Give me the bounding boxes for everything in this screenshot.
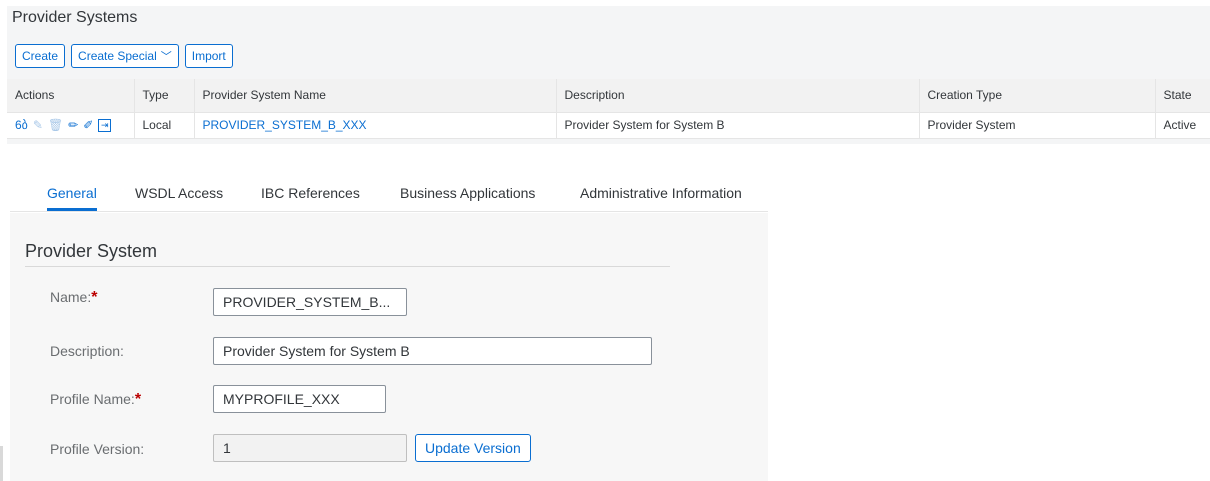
import-button-label: Import: [191, 49, 226, 63]
section-title: Provider System: [25, 241, 158, 261]
actions-cell: 6ბ ✎ 🗑 ✏ ✐ ⇥: [7, 112, 135, 139]
description-field[interactable]: Provider System for System B: [213, 337, 652, 365]
creation-type-cell: Provider System: [919, 112, 1156, 139]
tab-bar: General WSDL Access IBC References Busin…: [10, 176, 768, 212]
description-field-value: Provider System for System B: [223, 343, 410, 359]
pencil-icon[interactable]: ✏: [68, 119, 78, 131]
update-version-button[interactable]: Update Version: [415, 434, 531, 462]
scrollbar[interactable]: [0, 446, 3, 481]
profile-version-field-value: 1: [223, 440, 231, 456]
profile-name-label-text: Profile Name:: [50, 391, 135, 407]
column-header-type[interactable]: Type: [134, 79, 195, 113]
column-header-name[interactable]: Provider System Name: [194, 79, 557, 113]
description-label: Description:: [50, 343, 124, 359]
import-button[interactable]: Import: [184, 44, 233, 68]
create-button-label: Create: [22, 49, 59, 63]
panel-title: Provider Systems: [12, 9, 138, 26]
tab-business-applications[interactable]: Business Applications: [400, 185, 535, 201]
edit-icon[interactable]: ✎: [33, 119, 43, 131]
required-marker: *: [91, 289, 98, 306]
profile-name-field-value: MYPROFILE_XXX: [223, 391, 340, 407]
tab-wsdl-access[interactable]: WSDL Access: [135, 185, 223, 201]
provider-name-link[interactable]: PROVIDER_SYSTEM_B_XXX: [194, 112, 557, 139]
create-special-label: Create Special: [78, 49, 157, 63]
tab-general[interactable]: General: [47, 185, 97, 211]
profile-name-label: Profile Name:*: [50, 391, 141, 409]
provider-systems-table: Actions Type Provider System Name Descri…: [7, 79, 1210, 139]
profile-version-field: 1: [213, 434, 407, 462]
column-header-actions[interactable]: Actions: [7, 79, 135, 113]
description-cell: Provider System for System B: [556, 112, 920, 139]
name-label-text: Name:: [50, 289, 92, 305]
chevron-down-icon: ﹀: [160, 51, 172, 63]
table-header-row: Actions Type Provider System Name Descri…: [7, 79, 1210, 113]
tab-administrative-information[interactable]: Administrative Information: [580, 185, 742, 201]
provider-systems-panel: Provider Systems Create Create Special ﹀…: [7, 6, 1210, 144]
column-header-state[interactable]: State: [1155, 79, 1210, 113]
create-button[interactable]: Create: [15, 44, 66, 68]
tab-ibc-references[interactable]: IBC References: [261, 185, 360, 201]
state-cell: Active: [1155, 112, 1210, 139]
update-version-label: Update Version: [425, 440, 521, 456]
name-field[interactable]: PROVIDER_SYSTEM_B...: [213, 288, 407, 316]
name-label: Name:*: [50, 289, 97, 307]
column-header-creation-type[interactable]: Creation Type: [919, 79, 1156, 113]
toolbar: Create Create Special ﹀ Import: [15, 44, 233, 68]
export-icon[interactable]: ⇥: [98, 118, 112, 132]
name-field-value: PROVIDER_SYSTEM_B...: [223, 294, 391, 310]
column-header-description[interactable]: Description: [556, 79, 920, 113]
required-marker: *: [134, 391, 142, 408]
profile-version-label: Profile Version:: [50, 441, 145, 457]
glasses-icon[interactable]: 6ბ: [15, 119, 28, 131]
delete-icon[interactable]: 🗑: [48, 119, 63, 131]
section-divider: [25, 266, 670, 267]
table-row[interactable]: 6ბ ✎ 🗑 ✏ ✐ ⇥ Local PROVIDER_SYSTEM_B_XXX…: [7, 112, 1210, 139]
type-cell: Local: [134, 112, 195, 139]
profile-name-field[interactable]: MYPROFILE_XXX: [213, 385, 386, 413]
create-special-button[interactable]: Create Special ﹀: [71, 44, 179, 68]
no-edit-icon[interactable]: ✐: [83, 119, 93, 131]
